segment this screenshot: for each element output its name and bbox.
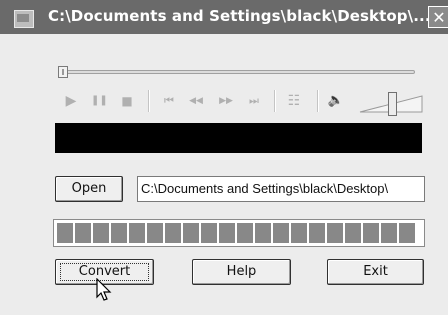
seek-bar[interactable]	[60, 70, 415, 74]
progress-segment	[309, 223, 325, 243]
app-window: C:\Documents and Settings\black\Desktop\…	[0, 0, 448, 315]
volume-thumb[interactable]	[388, 92, 397, 116]
seek-thumb[interactable]	[58, 66, 68, 78]
playlist-icon[interactable]: ☷	[284, 92, 304, 110]
progress-segment	[57, 223, 73, 243]
progress-segment	[147, 223, 163, 243]
file-path-field[interactable]: C:\Documents and Settings\black\Desktop\	[137, 176, 425, 202]
window-title: C:\Documents and Settings\black\Desktop\…	[48, 7, 431, 25]
open-button-label: Open	[71, 181, 107, 196]
progress-segment	[255, 223, 271, 243]
app-icon	[14, 10, 34, 28]
progress-segment	[165, 223, 181, 243]
separator	[317, 90, 319, 112]
progress-segment	[363, 223, 379, 243]
progress-segment	[237, 223, 253, 243]
mouse-cursor-icon	[96, 278, 112, 302]
fast-forward-icon[interactable]: ▶▶	[216, 92, 236, 110]
progress-segment	[327, 223, 343, 243]
conversion-progress-bar	[53, 219, 425, 247]
rewind-icon[interactable]: ◀◀	[186, 92, 206, 110]
progress-segment	[381, 223, 397, 243]
title-bar[interactable]: C:\Documents and Settings\black\Desktop\…	[0, 0, 448, 34]
progress-segment	[93, 223, 109, 243]
progress-segment	[111, 223, 127, 243]
open-button[interactable]: Open	[55, 176, 123, 202]
progress-segment	[129, 223, 145, 243]
close-button[interactable]: ✕	[428, 6, 448, 28]
separator	[274, 90, 276, 112]
progress-segment	[399, 223, 415, 243]
exit-button-label: Exit	[363, 264, 388, 279]
separator	[148, 90, 150, 112]
progress-segment	[219, 223, 235, 243]
video-display	[55, 123, 422, 153]
progress-segment	[291, 223, 307, 243]
progress-segment	[273, 223, 289, 243]
progress-segment	[75, 223, 91, 243]
help-button[interactable]: Help	[192, 259, 291, 285]
progress-segment	[201, 223, 217, 243]
last-track-icon[interactable]: ⏭	[245, 92, 263, 110]
exit-button[interactable]: Exit	[327, 259, 424, 285]
pause-icon[interactable]: ❚❚	[91, 92, 108, 110]
progress-segment	[345, 223, 361, 243]
play-icon[interactable]: ▶	[63, 92, 79, 110]
stop-icon[interactable]: ■	[119, 92, 135, 110]
progress-segment	[183, 223, 199, 243]
first-track-icon[interactable]: ⏮	[160, 92, 178, 110]
help-button-label: Help	[226, 264, 257, 279]
speaker-icon[interactable]: 🔈	[326, 92, 346, 110]
